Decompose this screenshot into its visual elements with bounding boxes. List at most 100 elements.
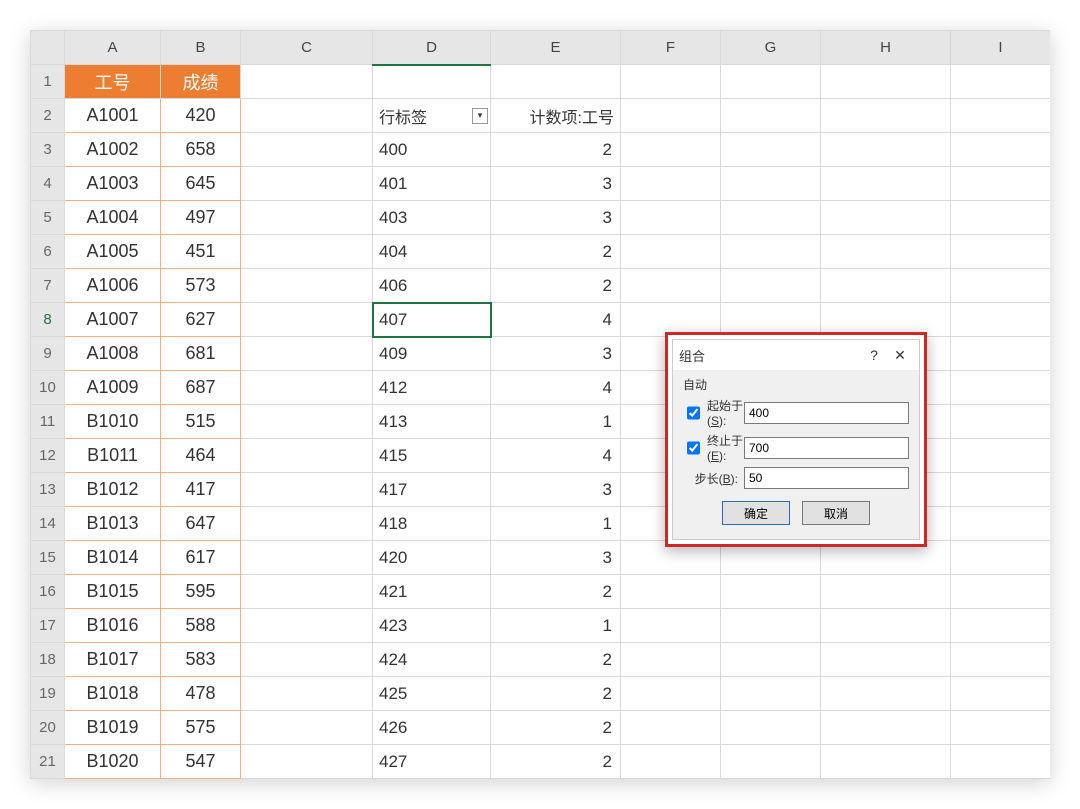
cell-C19[interactable] [241,677,373,711]
column-header-F[interactable]: F [621,31,721,65]
step-input[interactable] [744,467,909,489]
cell-A7[interactable]: A1006 [65,269,161,303]
row-header-18[interactable]: 18 [31,643,65,677]
cell-D20[interactable]: 426 [373,711,491,745]
cell-D17[interactable]: 423 [373,609,491,643]
cell-D7[interactable]: 406 [373,269,491,303]
cell-E21[interactable]: 2 [491,745,621,779]
cell-B19[interactable]: 478 [161,677,241,711]
cell-B12[interactable]: 464 [161,439,241,473]
cell-F4[interactable] [621,167,721,201]
cell-G17[interactable] [721,609,821,643]
cell-E6[interactable]: 2 [491,235,621,269]
cell-D18[interactable]: 424 [373,643,491,677]
cell-G3[interactable] [721,133,821,167]
cell-E13[interactable]: 3 [491,473,621,507]
cell-I3[interactable] [951,133,1051,167]
cell-D14[interactable]: 418 [373,507,491,541]
cell-E14[interactable]: 1 [491,507,621,541]
cell-E19[interactable]: 2 [491,677,621,711]
cell-C14[interactable] [241,507,373,541]
cell-A19[interactable]: B1018 [65,677,161,711]
cell-I21[interactable] [951,745,1051,779]
cell-F7[interactable] [621,269,721,303]
cell-E9[interactable]: 3 [491,337,621,371]
filter-dropdown-icon[interactable]: ▾ [472,108,488,124]
cell-C4[interactable] [241,167,373,201]
cell-D19[interactable]: 425 [373,677,491,711]
row-header-9[interactable]: 9 [31,337,65,371]
cell-H6[interactable] [821,235,951,269]
cell-A13[interactable]: B1012 [65,473,161,507]
cell-B3[interactable]: 658 [161,133,241,167]
cell-E3[interactable]: 2 [491,133,621,167]
cell-C21[interactable] [241,745,373,779]
cell-A15[interactable]: B1014 [65,541,161,575]
cell-I8[interactable] [951,303,1051,337]
cell-B5[interactable]: 497 [161,201,241,235]
end-at-checkbox[interactable] [687,441,700,455]
cancel-button[interactable]: 取消 [802,501,870,525]
cell-C13[interactable] [241,473,373,507]
cell-C17[interactable] [241,609,373,643]
cell-B18[interactable]: 583 [161,643,241,677]
cell-D13[interactable]: 417 [373,473,491,507]
row-header-2[interactable]: 2 [31,99,65,133]
cell-I1[interactable] [951,65,1051,99]
cell-A17[interactable]: B1016 [65,609,161,643]
cell-C2[interactable] [241,99,373,133]
row-header-20[interactable]: 20 [31,711,65,745]
cell-D10[interactable]: 412 [373,371,491,405]
cell-H5[interactable] [821,201,951,235]
cell-D4[interactable]: 401 [373,167,491,201]
start-at-label[interactable]: 起始于(S): [683,397,744,428]
cell-B13[interactable]: 417 [161,473,241,507]
cell-D6[interactable]: 404 [373,235,491,269]
cell-I4[interactable] [951,167,1051,201]
cell-A18[interactable]: B1017 [65,643,161,677]
cell-A6[interactable]: A1005 [65,235,161,269]
cell-H16[interactable] [821,575,951,609]
cell-B6[interactable]: 451 [161,235,241,269]
cell-I16[interactable] [951,575,1051,609]
cell-F6[interactable] [621,235,721,269]
cell-G2[interactable] [721,99,821,133]
column-header-D[interactable]: D [373,31,491,65]
row-header-5[interactable]: 5 [31,201,65,235]
cell-A20[interactable]: B1019 [65,711,161,745]
row-header-12[interactable]: 12 [31,439,65,473]
start-at-input[interactable] [744,402,909,424]
cell-H17[interactable] [821,609,951,643]
column-header-H[interactable]: H [821,31,951,65]
cell-B16[interactable]: 595 [161,575,241,609]
cell-D1[interactable] [373,65,491,99]
column-header-E[interactable]: E [491,31,621,65]
cell-A5[interactable]: A1004 [65,201,161,235]
cell-A14[interactable]: B1013 [65,507,161,541]
cell-A4[interactable]: A1003 [65,167,161,201]
cell-C10[interactable] [241,371,373,405]
cell-H20[interactable] [821,711,951,745]
ok-button[interactable]: 确定 [722,501,790,525]
cell-A21[interactable]: B1020 [65,745,161,779]
cell-C20[interactable] [241,711,373,745]
cell-E7[interactable]: 2 [491,269,621,303]
cell-I10[interactable] [951,371,1051,405]
start-at-checkbox[interactable] [687,406,700,420]
cell-B10[interactable]: 687 [161,371,241,405]
cell-H18[interactable] [821,643,951,677]
cell-C1[interactable] [241,65,373,99]
cell-C7[interactable] [241,269,373,303]
cell-E8[interactable]: 4 [491,303,621,337]
cell-C6[interactable] [241,235,373,269]
row-header-10[interactable]: 10 [31,371,65,405]
cell-E15[interactable]: 3 [491,541,621,575]
cell-I9[interactable] [951,337,1051,371]
end-at-input[interactable] [744,437,909,459]
cell-I18[interactable] [951,643,1051,677]
cell-B1[interactable]: 成绩 [161,65,241,99]
cell-I6[interactable] [951,235,1051,269]
cell-G5[interactable] [721,201,821,235]
cell-D9[interactable]: 409 [373,337,491,371]
help-icon[interactable]: ? [861,347,887,363]
